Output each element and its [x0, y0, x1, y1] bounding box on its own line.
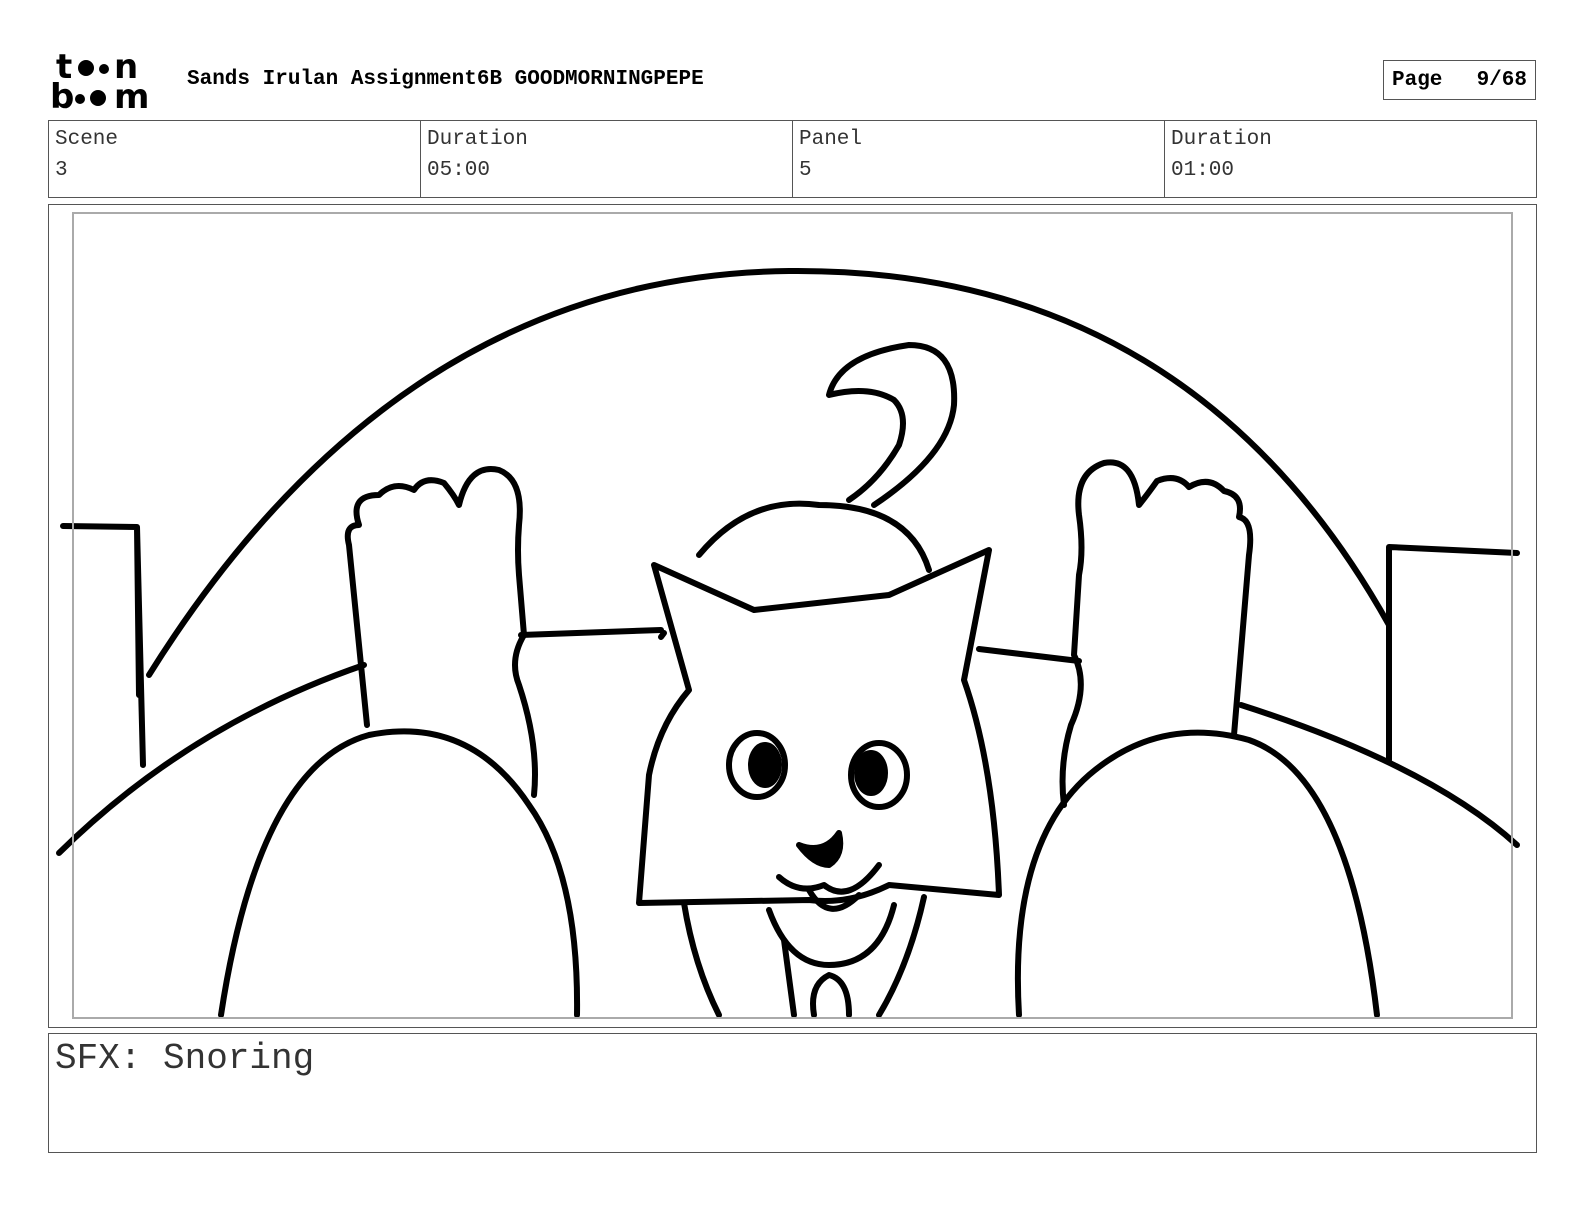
panel-duration-label: Duration — [1171, 128, 1272, 151]
panel-cell: Panel 5 — [793, 121, 1165, 197]
left-bedpost — [60, 523, 146, 768]
sfx-note: SFX: Snoring — [55, 1038, 315, 1079]
toon-boom-logo: t n b m — [50, 47, 166, 117]
page-number: 9/68 — [1476, 68, 1527, 92]
page-indicator: Page 9/68 — [1383, 60, 1536, 100]
right-knee — [1014, 729, 1380, 1018]
blanket-right-edge — [1238, 702, 1520, 848]
panel-notes: SFX: Snoring — [48, 1033, 1537, 1153]
right-bedpost — [1386, 544, 1520, 763]
panel-duration-cell: Duration 01:00 — [1165, 121, 1536, 197]
left-foot — [344, 466, 538, 798]
panel-sketch — [56, 267, 1520, 1018]
storyboard-panel — [48, 204, 1537, 1028]
document-title: Sands Irulan Assignment6B GOODMORNINGPEP… — [187, 68, 704, 91]
svg-text:b: b — [50, 77, 74, 112]
bed-edge-right — [976, 646, 1082, 664]
svg-text:m: m — [114, 77, 149, 112]
page-label: Page — [1392, 68, 1443, 92]
scene-duration-cell: Duration 05:00 — [421, 121, 793, 197]
panel-info-table: Scene 3 Duration 05:00 Panel 5 Duration … — [48, 120, 1537, 198]
logo-graphic: t n b m — [50, 47, 149, 117]
right-foot — [1059, 459, 1254, 808]
panel-duration-value: 01:00 — [1171, 159, 1235, 182]
headboard-arc — [146, 267, 1392, 678]
blanket-left-edge — [56, 662, 367, 856]
scene-label: Scene — [55, 128, 119, 151]
scene-duration-value: 05:00 — [427, 159, 491, 182]
cat-tail — [826, 342, 958, 508]
bed-edge-left — [518, 627, 664, 638]
cat-tag — [810, 972, 852, 1018]
scene-duration-label: Duration — [427, 128, 528, 151]
scene-value: 3 — [55, 159, 68, 182]
cat-nose — [796, 830, 844, 868]
cat-back — [696, 500, 932, 573]
left-knee — [218, 728, 581, 1018]
scene-cell: Scene 3 — [49, 121, 421, 197]
panel-value: 5 — [799, 159, 812, 182]
panel-label: Panel — [799, 128, 863, 151]
